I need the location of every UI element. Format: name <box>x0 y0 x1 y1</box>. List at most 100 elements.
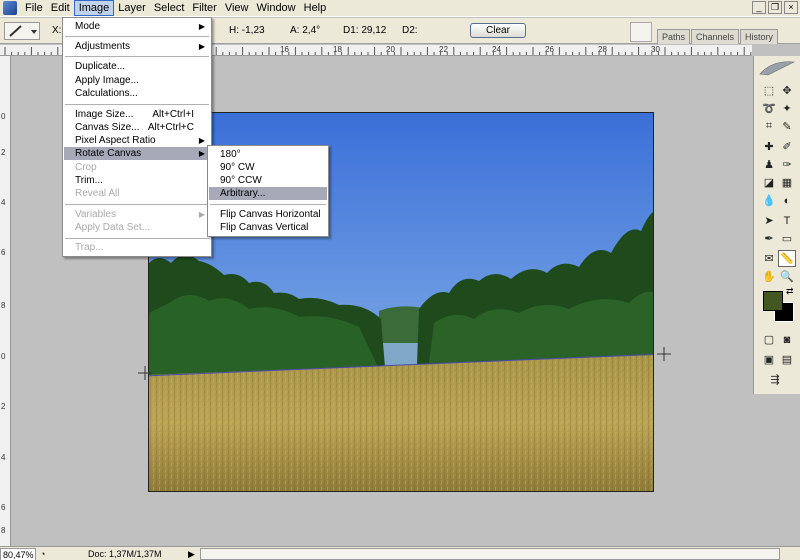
menu-view[interactable]: View <box>221 0 253 16</box>
foreground-color-swatch[interactable] <box>763 291 783 311</box>
horizontal-scrollbar[interactable] <box>200 548 780 560</box>
menu-item-rotate-180[interactable]: 180° <box>209 148 327 161</box>
healing-brush-tool-icon[interactable]: ✚ <box>760 138 778 155</box>
quick-mask-mode-icon[interactable]: ◙ <box>778 331 796 348</box>
menu-image[interactable]: Image <box>73 0 115 16</box>
screen-mode-full-icon[interactable]: ▤ <box>778 351 796 368</box>
standard-mode-icon[interactable]: ▢ <box>760 331 778 348</box>
crop-tool-icon[interactable]: ⌗ <box>760 118 778 135</box>
ruler-v-label: 6 <box>1 248 6 257</box>
menu-item-label: Image Size... <box>75 109 134 120</box>
pen-tool-icon[interactable]: ✒ <box>760 230 778 247</box>
document-size-info: Doc: 1,37M/1,37M <box>88 549 162 559</box>
eraser-tool-icon[interactable]: ◪ <box>760 174 778 191</box>
menu-item-duplicate[interactable]: Duplicate... <box>64 60 210 73</box>
photoshop-app-icon[interactable] <box>3 1 17 15</box>
menu-item-image-size[interactable]: Image Size... Alt+Ctrl+I <box>64 108 210 121</box>
hand-tool-icon[interactable]: ✋ <box>760 268 778 285</box>
tab-paths[interactable]: Paths <box>657 29 691 44</box>
type-tool-icon[interactable]: T <box>778 212 796 229</box>
lasso-tool-icon[interactable]: ➰ <box>760 100 778 117</box>
blur-tool-icon[interactable]: 💧 <box>760 192 778 209</box>
menu-bar: File Edit Image Layer Select Filter View… <box>0 0 800 17</box>
menu-separator <box>65 56 209 57</box>
ruler-v-label: 2 <box>1 402 6 411</box>
path-selection-tool-icon[interactable]: ➤ <box>760 212 778 229</box>
ruler-h-label: 20 <box>386 45 395 54</box>
menu-separator <box>65 36 209 37</box>
menu-item-flip-horizontal[interactable]: Flip Canvas Horizontal <box>209 208 327 221</box>
ruler-h-label: 28 <box>598 45 607 54</box>
clone-stamp-tool-icon[interactable]: ♟ <box>760 156 778 173</box>
brush-tool-icon[interactable]: ✐ <box>778 138 796 155</box>
menu-item-rotate-90-cw[interactable]: 90° CW <box>209 161 327 174</box>
feather-icon[interactable] <box>758 58 796 78</box>
menu-item-rotate-arbitrary[interactable]: Arbitrary... <box>209 187 327 200</box>
tool-preset-picker[interactable] <box>4 22 40 40</box>
menu-item-canvas-size[interactable]: Canvas Size... Alt+Ctrl+C <box>64 121 210 134</box>
magic-wand-tool-icon[interactable]: ✦ <box>778 100 796 117</box>
zoom-tool-icon[interactable]: 🔍 <box>778 268 796 285</box>
distance2-field: D2: <box>402 25 418 36</box>
slice-tool-icon[interactable]: ✎ <box>778 118 796 135</box>
screen-mode-standard-icon[interactable]: ▣ <box>760 351 778 368</box>
menu-item-pixel-aspect-ratio[interactable]: Pixel Aspect Ratio ▶ <box>64 134 210 147</box>
menu-item-rotate-canvas[interactable]: Rotate Canvas ▶ <box>64 147 210 160</box>
menu-separator <box>65 204 209 205</box>
menu-file[interactable]: File <box>21 0 47 16</box>
zoom-level-field[interactable]: 80,47% <box>0 548 36 560</box>
notes-tool-icon[interactable]: ✉ <box>760 250 778 267</box>
history-brush-tool-icon[interactable]: ✑ <box>778 156 796 173</box>
submenu-arrow-icon: ▶ <box>198 136 205 145</box>
file-browser-icon[interactable] <box>630 22 652 42</box>
ruler-h-label: 30 <box>651 45 660 54</box>
menu-item-rotate-90-ccw[interactable]: 90° CCW <box>209 174 327 187</box>
status-menu-arrow-icon[interactable]: ▶ <box>188 548 195 560</box>
menu-layer[interactable]: Layer <box>114 0 150 16</box>
menu-item-trim[interactable]: Trim... <box>64 174 210 187</box>
menu-help[interactable]: Help <box>300 0 331 16</box>
navigator-icon[interactable]: ◔ <box>40 548 45 560</box>
tab-channels[interactable]: Channels <box>691 29 740 44</box>
clear-button[interactable]: Clear <box>470 23 526 38</box>
ruler-v-label: 6 <box>1 503 6 512</box>
toolbox: ⬚ ✥ ➰ ✦ ⌗ ✎ ✚ ✐ ♟ ✑ ◪ ▦ 💧 ◐ ➤ T ✒ ▭ ✉ 📏 … <box>753 56 800 394</box>
menu-edit[interactable]: Edit <box>47 0 74 16</box>
measure-end-crosshair[interactable] <box>657 347 671 361</box>
marquee-tool-icon[interactable]: ⬚ <box>760 82 778 99</box>
ruler-v-label: 8 <box>1 301 6 310</box>
menu-item-flip-vertical[interactable]: Flip Canvas Vertical <box>209 221 327 234</box>
ruler-v-label: 0 <box>1 352 6 361</box>
menu-item-calculations[interactable]: Calculations... <box>64 87 210 100</box>
menu-item-label: Canvas Size... <box>75 122 140 133</box>
restore-icon[interactable]: ❐ <box>768 1 782 14</box>
menu-select[interactable]: Select <box>150 0 189 16</box>
dodge-tool-icon[interactable]: ◐ <box>778 192 796 209</box>
measure-start-crosshair[interactable] <box>138 366 152 380</box>
menu-item-label: Mode <box>75 21 101 32</box>
shortcut-label: Alt+Ctrl+I <box>152 109 194 120</box>
menu-item-mode[interactable]: Mode ▶ <box>64 20 210 33</box>
gradient-tool-icon[interactable]: ▦ <box>778 174 796 191</box>
measure-tool-icon[interactable]: 📏 <box>778 250 796 267</box>
menu-item-apply-image[interactable]: Apply Image... <box>64 74 210 87</box>
submenu-arrow-icon: ▶ <box>198 42 205 51</box>
ruler-v-label: 8 <box>1 526 6 535</box>
menu-item-label: Adjustments <box>75 41 131 52</box>
move-tool-icon[interactable]: ✥ <box>778 82 796 99</box>
angle-field: A: 2,4° <box>290 25 321 36</box>
minimize-icon[interactable]: _ <box>752 1 766 14</box>
menu-item-variables: Variables ▶ <box>64 208 210 221</box>
ruler-h-label: 26 <box>545 45 554 54</box>
jump-to-imageready-icon[interactable]: ⇶ <box>766 371 784 388</box>
swap-colors-icon[interactable]: ⇄ <box>786 286 794 297</box>
close-icon[interactable]: × <box>784 1 798 14</box>
menu-item-apply-data-set: Apply Data Set... <box>75 222 151 233</box>
menu-item-adjustments[interactable]: Adjustments ▶ <box>64 40 210 53</box>
shape-tool-icon[interactable]: ▭ <box>778 230 796 247</box>
menu-window[interactable]: Window <box>253 0 300 16</box>
tab-history[interactable]: History <box>740 29 779 44</box>
menu-filter[interactable]: Filter <box>188 0 220 16</box>
ruler-h-label: 18 <box>333 45 342 54</box>
submenu-arrow-icon: ▶ <box>198 149 205 158</box>
